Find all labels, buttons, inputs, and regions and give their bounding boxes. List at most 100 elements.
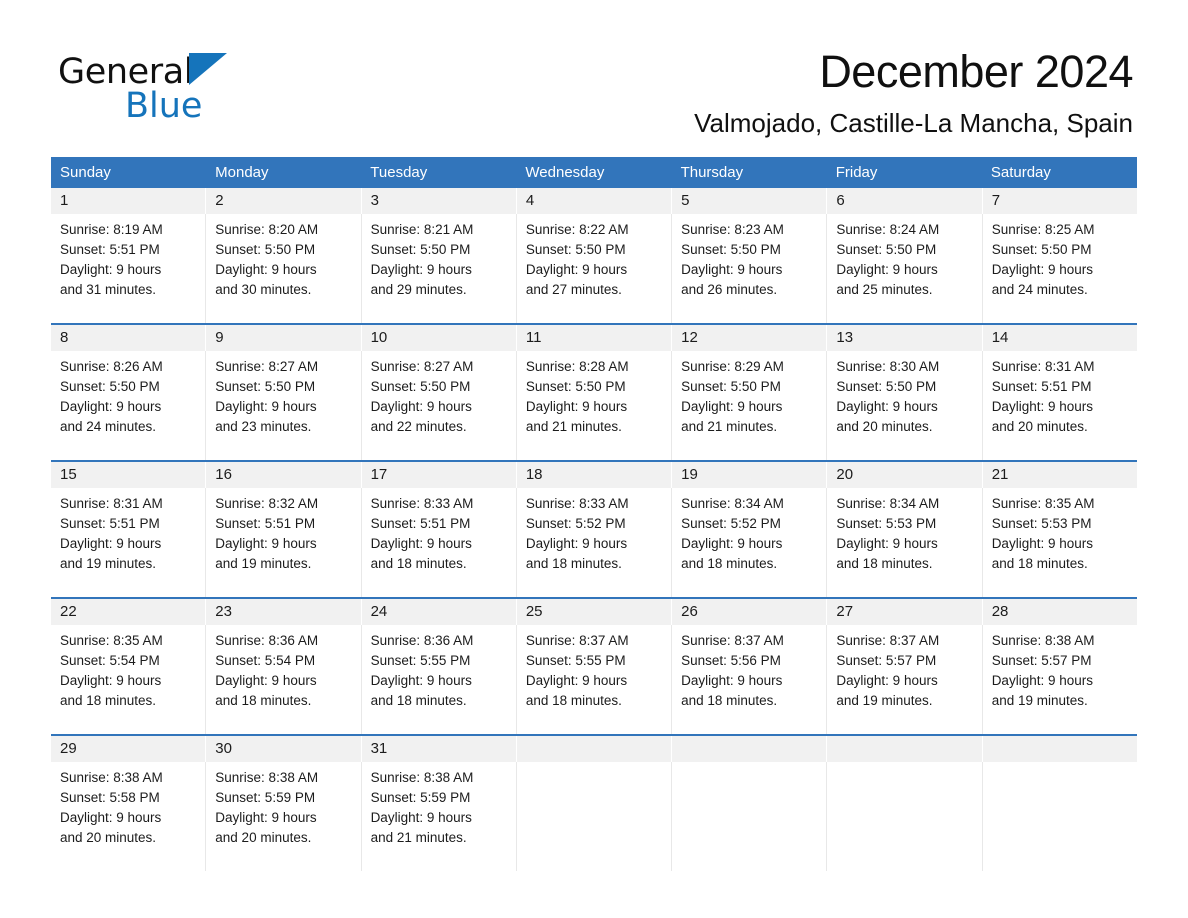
weekday-header-monday: Monday: [215, 164, 269, 181]
day-cell[interactable]: Sunrise: 8:24 AM Sunset: 5:50 PM Daylight:…: [827, 214, 983, 323]
day-cell[interactable]: Sunrise: 8:28 AM Sunset: 5:50 PM Daylight:…: [517, 351, 673, 460]
day-daylight-text: and 20 minutes.: [215, 830, 312, 845]
week-daynumbers: 15 16 17 18 19 20 21: [51, 462, 1137, 488]
week-daynumbers: 29 30 31: [51, 736, 1137, 762]
day-number[interactable]: 15: [51, 462, 207, 488]
day-number[interactable]: 6: [827, 188, 983, 214]
day-cell[interactable]: Sunrise: 8:37 AM Sunset: 5:55 PM Daylight:…: [517, 625, 673, 734]
day-sunrise-text: Sunrise: 8:29 AM: [681, 359, 784, 374]
day-cell[interactable]: Sunrise: 8:33 AM Sunset: 5:51 PM Daylight:…: [362, 488, 517, 597]
day-daylight-text: Daylight: 9 hours: [991, 673, 1093, 688]
day-cell[interactable]: Sunrise: 8:20 AM Sunset: 5:50 PM Daylight:…: [206, 214, 362, 323]
day-sunset-text: Sunset: 5:53 PM: [991, 516, 1092, 531]
day-cell[interactable]: Sunrise: 8:31 AM Sunset: 5:51 PM Daylight:…: [983, 351, 1137, 460]
day-number[interactable]: 25: [517, 599, 673, 625]
day-sunset-text: Sunset: 5:51 PM: [60, 242, 160, 257]
day-daylight-text: Daylight: 9 hours: [370, 536, 472, 551]
day-daylight-text: Daylight: 9 hours: [215, 810, 317, 825]
day-daylight-text: Daylight: 9 hours: [525, 262, 628, 277]
day-cell[interactable]: Sunrise: 8:19 AM Sunset: 5:51 PM Daylight:…: [51, 214, 207, 323]
day-sunset-text: Sunset: 5:53 PM: [836, 516, 937, 531]
day-cell[interactable]: Sunrise: 8:35 AM Sunset: 5:53 PM Daylight:…: [983, 488, 1137, 597]
day-number[interactable]: 20: [827, 462, 983, 488]
day-number[interactable]: 29: [51, 736, 207, 762]
day-cell[interactable]: Sunrise: 8:23 AM Sunset: 5:50 PM Daylight:…: [672, 214, 828, 323]
week-details: Sunrise: 8:19 AM Sunset: 5:51 PM Daylight:…: [51, 214, 1137, 323]
day-daylight-text: and 27 minutes.: [525, 282, 622, 297]
day-cell[interactable]: Sunrise: 8:21 AM Sunset: 5:50 PM Daylight:…: [362, 214, 517, 323]
day-number[interactable]: 24: [362, 599, 517, 625]
day-number[interactable]: 26: [672, 599, 828, 625]
day-cell[interactable]: Sunrise: 8:34 AM Sunset: 5:52 PM Daylight:…: [672, 488, 828, 597]
day-number[interactable]: 2: [206, 188, 362, 214]
day-cell[interactable]: Sunrise: 8:38 AM Sunset: 5:58 PM Daylight:…: [51, 762, 207, 871]
brand-logo[interactable]: General Blue: [58, 52, 358, 132]
day-number[interactable]: 28: [983, 599, 1137, 625]
day-number[interactable]: 16: [206, 462, 362, 488]
day-daylight-text: and 23 minutes.: [215, 419, 312, 434]
day-daylight-text: Daylight: 9 hours: [370, 262, 472, 277]
day-number[interactable]: 17: [362, 462, 517, 488]
day-number[interactable]: 5: [672, 188, 828, 214]
day-cell[interactable]: Sunrise: 8:34 AM Sunset: 5:53 PM Daylight:…: [827, 488, 983, 597]
day-cell[interactable]: Sunrise: 8:37 AM Sunset: 5:57 PM Daylight:…: [827, 625, 983, 734]
day-number[interactable]: 11: [517, 325, 673, 351]
day-number[interactable]: 30: [206, 736, 362, 762]
day-sunrise-text: Sunrise: 8:26 AM: [60, 359, 163, 374]
day-daylight-text: Daylight: 9 hours: [525, 536, 628, 551]
day-number[interactable]: 13: [827, 325, 983, 351]
day-cell[interactable]: Sunrise: 8:27 AM Sunset: 5:50 PM Daylight:…: [206, 351, 362, 460]
day-number[interactable]: 1: [51, 188, 207, 214]
weekday-header-row: Sunday Monday Tuesday Wednesday Thursday Frid…: [51, 157, 1137, 188]
day-cell[interactable]: Sunrise: 8:33 AM Sunset: 5:52 PM Daylight:…: [517, 488, 673, 597]
day-cell[interactable]: Sunrise: 8:38 AM Sunset: 5:59 PM Daylight:…: [362, 762, 517, 871]
day-cell[interactable]: Sunrise: 8:37 AM Sunset: 5:56 PM Daylight:…: [672, 625, 828, 734]
day-daylight-text: Daylight: 9 hours: [215, 399, 317, 414]
day-number[interactable]: 31: [362, 736, 517, 762]
day-number[interactable]: 14: [983, 325, 1137, 351]
day-number[interactable]: 23: [206, 599, 362, 625]
day-number[interactable]: 12: [672, 325, 828, 351]
day-number[interactable]: 18: [517, 462, 673, 488]
day-daylight-text: Daylight: 9 hours: [370, 673, 472, 688]
day-sunrise-text: Sunrise: 8:33 AM: [525, 496, 629, 511]
day-daylight-text: and 18 minutes.: [60, 693, 157, 708]
day-number[interactable]: 8: [51, 325, 207, 351]
day-number[interactable]: 4: [517, 188, 673, 214]
day-daylight-text: and 24 minutes.: [60, 419, 157, 434]
day-cell-empty: [827, 762, 983, 871]
day-daylight-text: and 19 minutes.: [991, 693, 1088, 708]
day-sunset-text: Sunset: 5:50 PM: [525, 379, 626, 394]
day-number-empty: [672, 736, 828, 762]
day-cell[interactable]: Sunrise: 8:25 AM Sunset: 5:50 PM Daylight:…: [983, 214, 1137, 323]
day-cell[interactable]: Sunrise: 8:30 AM Sunset: 5:50 PM Daylight:…: [827, 351, 983, 460]
day-number[interactable]: 19: [672, 462, 828, 488]
day-number[interactable]: 22: [51, 599, 207, 625]
day-cell[interactable]: Sunrise: 8:22 AM Sunset: 5:50 PM Daylight:…: [517, 214, 673, 323]
day-cell[interactable]: Sunrise: 8:36 AM Sunset: 5:54 PM Daylight:…: [206, 625, 362, 734]
day-number[interactable]: 27: [827, 599, 983, 625]
week-details: Sunrise: 8:35 AM Sunset: 5:54 PM Daylight:…: [51, 625, 1137, 734]
weekday-header-saturday: Saturday: [990, 164, 1051, 181]
day-number[interactable]: 9: [206, 325, 362, 351]
day-sunrise-text: Sunrise: 8:31 AM: [60, 496, 163, 511]
day-number[interactable]: 21: [983, 462, 1137, 488]
day-number[interactable]: 10: [362, 325, 517, 351]
day-number[interactable]: 7: [983, 188, 1137, 214]
day-daylight-text: and 18 minutes.: [991, 556, 1088, 571]
day-daylight-text: and 26 minutes.: [681, 282, 778, 297]
day-cell[interactable]: Sunrise: 8:26 AM Sunset: 5:50 PM Daylight:…: [51, 351, 207, 460]
day-daylight-text: Daylight: 9 hours: [525, 673, 628, 688]
day-cell[interactable]: Sunrise: 8:29 AM Sunset: 5:50 PM Daylight:…: [672, 351, 828, 460]
day-cell[interactable]: Sunrise: 8:35 AM Sunset: 5:54 PM Daylight:…: [51, 625, 207, 734]
calendar-week-row: 8 9 10 11 12 13 14 Sunrise: 8:26 AM Sunset: 5:50…: [51, 323, 1137, 460]
day-cell[interactable]: Sunrise: 8:38 AM Sunset: 5:59 PM Daylight:…: [206, 762, 362, 871]
day-cell[interactable]: Sunrise: 8:38 AM Sunset: 5:57 PM Daylight:…: [983, 625, 1137, 734]
day-cell[interactable]: Sunrise: 8:36 AM Sunset: 5:55 PM Daylight:…: [362, 625, 517, 734]
day-cell[interactable]: Sunrise: 8:27 AM Sunset: 5:50 PM Daylight:…: [362, 351, 517, 460]
day-cell[interactable]: Sunrise: 8:31 AM Sunset: 5:51 PM Daylight:…: [51, 488, 207, 597]
day-cell[interactable]: Sunrise: 8:32 AM Sunset: 5:51 PM Daylight:…: [206, 488, 362, 597]
day-number-empty: [983, 736, 1137, 762]
day-sunset-text: Sunset: 5:51 PM: [60, 516, 160, 531]
day-number[interactable]: 3: [362, 188, 517, 214]
